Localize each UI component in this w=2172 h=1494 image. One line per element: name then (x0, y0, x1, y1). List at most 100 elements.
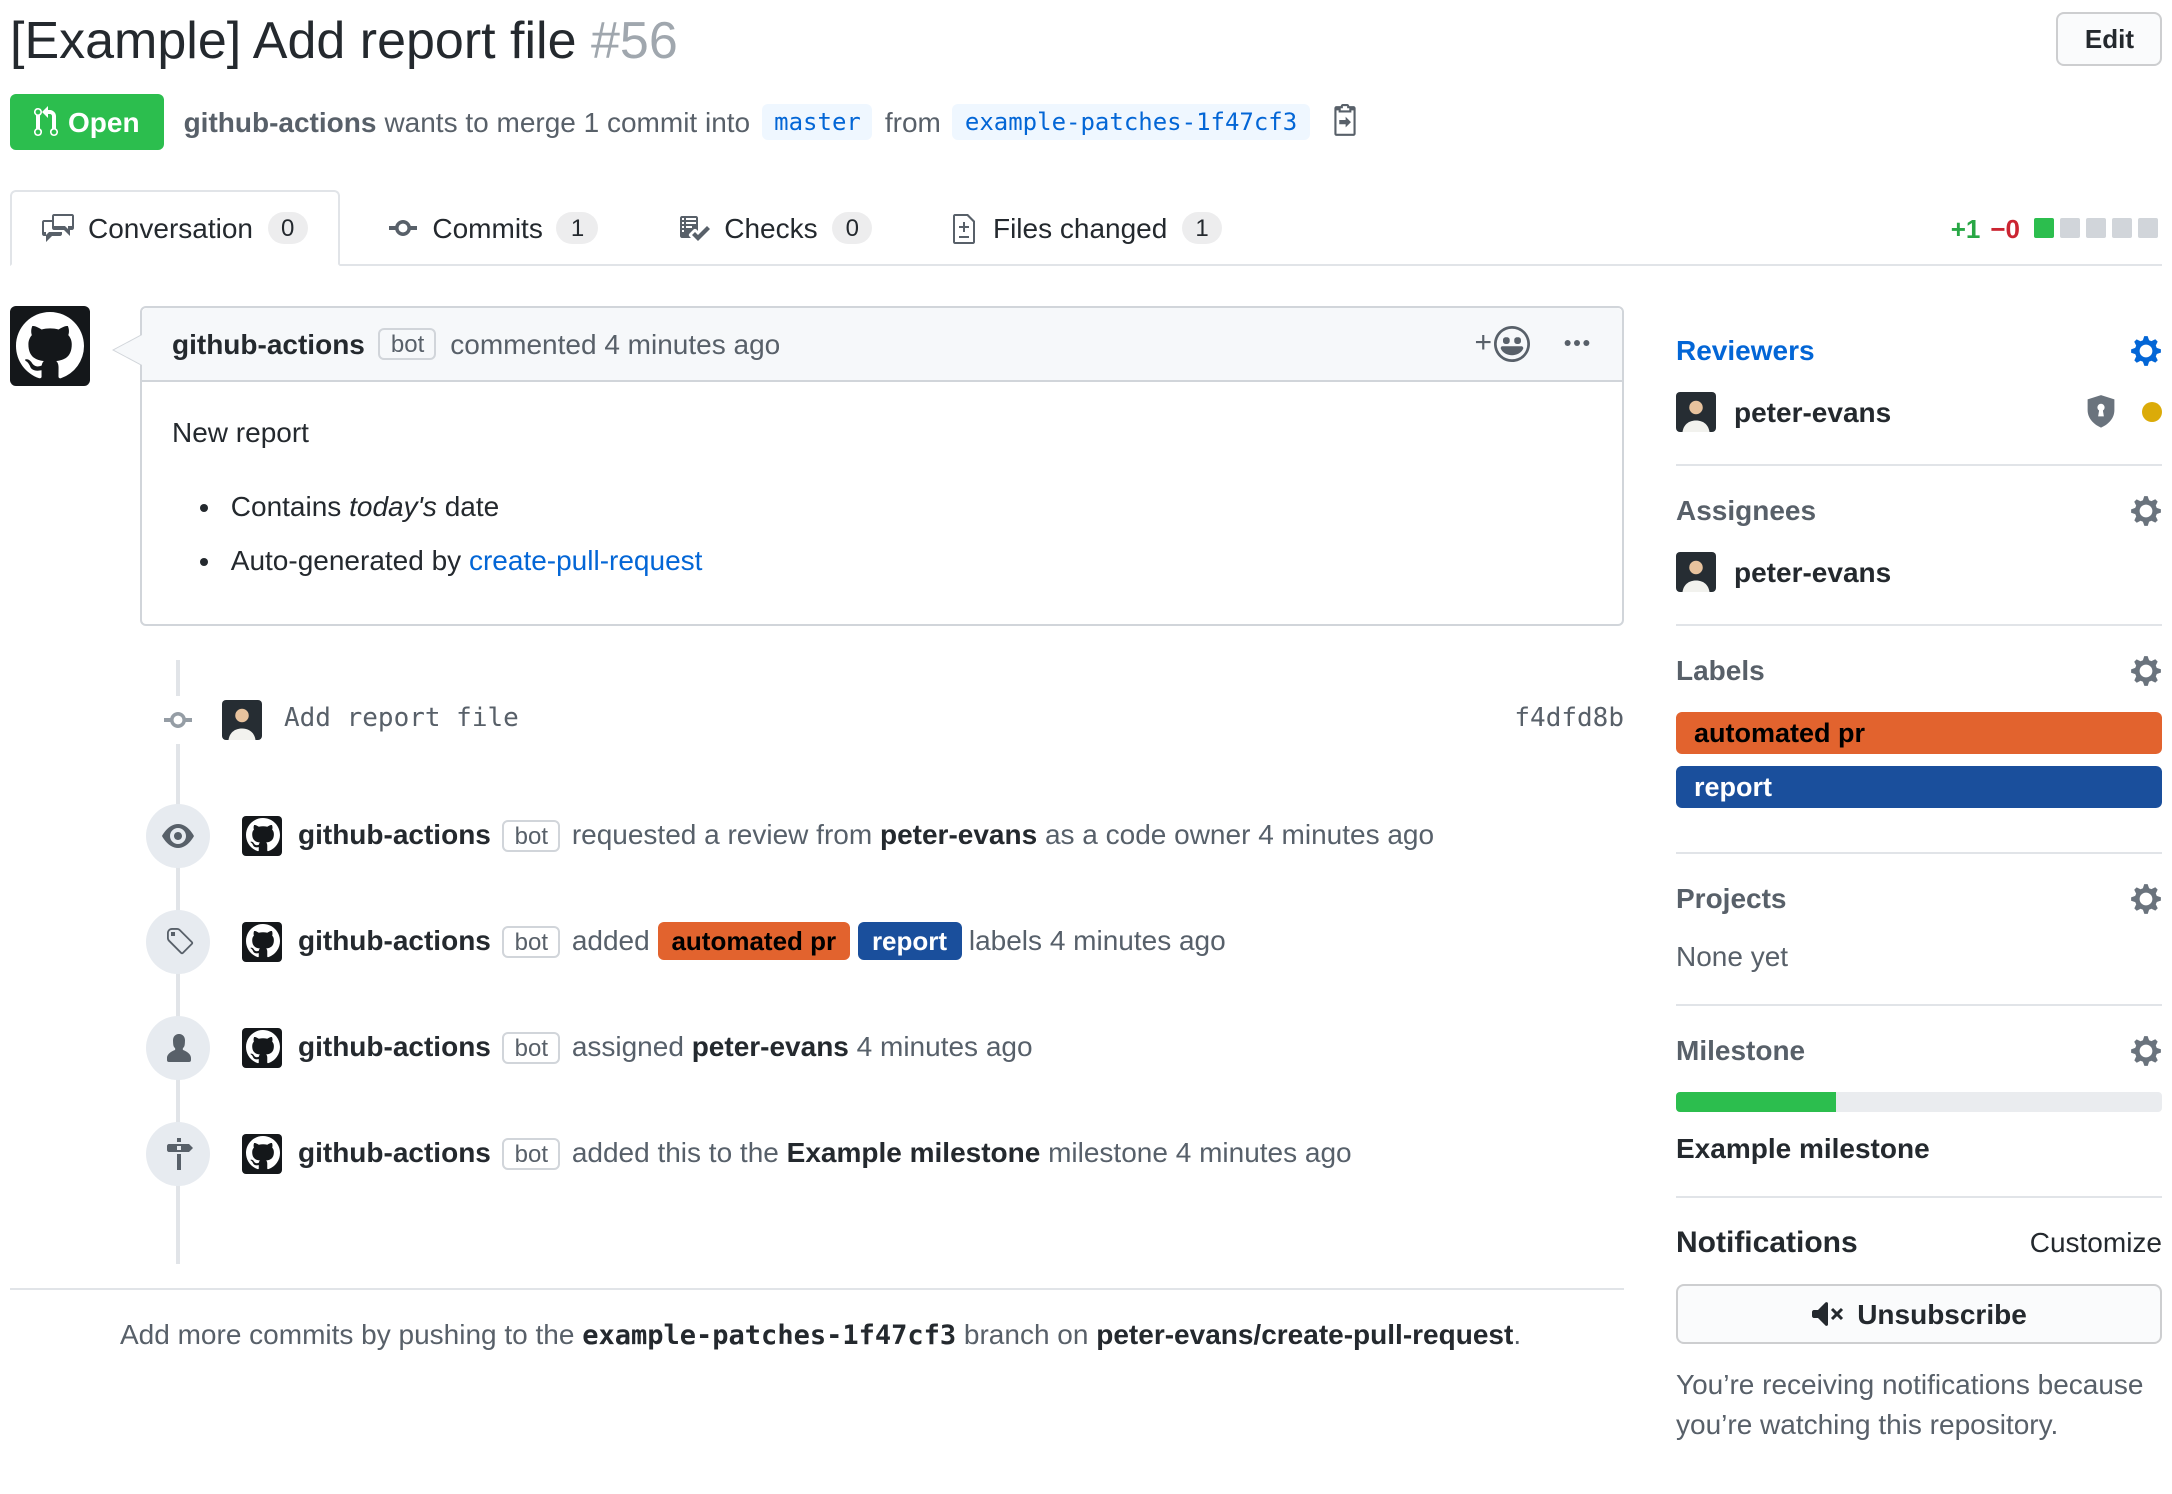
milestone-progress-bar (1676, 1091, 2162, 1111)
bot-badge: bot (503, 1031, 560, 1063)
event-actor[interactable]: github-actions (298, 923, 491, 955)
base-branch-label[interactable]: master (762, 103, 873, 139)
event-milestoned: github-actions bot added this to the Exa… (10, 1121, 1624, 1185)
diffstat-square (2060, 218, 2080, 238)
bot-badge: bot (503, 925, 560, 957)
pr-sidebar: Reviewers peter-evans (1676, 265, 2162, 1476)
repo-link[interactable]: peter-evans/create-pull-request (1096, 1317, 1513, 1349)
comment-body: New report Contains today's date Auto-ge… (142, 381, 1622, 623)
event-actor[interactable]: github-actions (298, 1135, 491, 1167)
comment-meta[interactable]: commented 4 minutes ago (450, 327, 780, 359)
milestone-gear-icon[interactable] (2130, 1033, 2162, 1067)
head-branch-label[interactable]: example-patches-1f47cf3 (953, 103, 1309, 139)
tag-icon (146, 909, 210, 973)
open-status-badge: Open (10, 93, 164, 149)
diffstat[interactable]: +1 −0 (1951, 213, 2158, 243)
github-actions-avatar[interactable] (242, 921, 282, 961)
deletions-count: −0 (1990, 213, 2020, 243)
reviewer-avatar[interactable] (1676, 391, 1716, 431)
checklist-icon (678, 212, 710, 244)
pr-author[interactable]: github-actions (184, 105, 377, 137)
pr-tab-bar: Conversation 0 Commits 1 Checks 0 Files … (10, 189, 2162, 265)
comment-discussion-icon (42, 211, 74, 243)
kebab-menu-icon[interactable] (1562, 328, 1592, 358)
commit-sha[interactable]: f4dfd8b (1514, 704, 1624, 734)
notifications-heading: Notifications (1676, 1225, 1858, 1259)
bot-badge: bot (503, 1137, 560, 1169)
tab-checks[interactable]: Checks 0 (646, 189, 905, 265)
event-actor[interactable]: github-actions (298, 1029, 491, 1061)
conversation-main: github-actions bot commented 4 minutes a… (10, 265, 1624, 1371)
comment-author[interactable]: github-actions (172, 327, 365, 359)
person-icon (146, 1015, 210, 1079)
add-reaction-button[interactable]: + (1474, 325, 1530, 361)
milestone-section: Milestone Example milestone (1676, 1005, 2162, 1197)
pending-review-dot (2142, 401, 2162, 421)
labels-gear-icon[interactable] (2130, 653, 2162, 687)
milestone-icon (146, 1121, 210, 1185)
pr-number: #56 (591, 10, 678, 70)
assignee-avatar[interactable] (1676, 551, 1716, 591)
github-actions-avatar[interactable] (242, 815, 282, 855)
git-commit-icon (388, 212, 418, 244)
commits-count: 1 (557, 212, 598, 244)
labels-section: Labels automated pr report (1676, 625, 2162, 853)
label-automated-pr[interactable]: automated pr (1676, 711, 2162, 753)
files-count: 1 (1181, 212, 1222, 244)
label-report[interactable]: report (1676, 765, 2162, 807)
labels-heading: Labels (1676, 654, 1765, 686)
diffstat-square (2034, 218, 2054, 238)
diffstat-square (2112, 218, 2132, 238)
git-commit-icon (162, 695, 194, 743)
reviewer-name[interactable]: peter-evans (1734, 395, 1891, 427)
eye-icon (146, 803, 210, 867)
reviewer-row: peter-evans (1676, 391, 2162, 431)
tab-conversation[interactable]: Conversation 0 (10, 189, 340, 265)
copy-branch-icon[interactable] (1329, 104, 1359, 138)
tab-commits[interactable]: Commits 1 (356, 189, 630, 265)
reviewer-link[interactable]: peter-evans (880, 817, 1037, 849)
event-actor[interactable]: github-actions (298, 817, 491, 849)
push-instructions: Add more commits by pushing to the examp… (120, 1317, 1624, 1371)
edit-button[interactable]: Edit (2057, 12, 2162, 66)
github-actions-avatar[interactable] (10, 305, 90, 385)
projects-section: Projects None yet (1676, 853, 2162, 1005)
bot-badge: bot (503, 819, 560, 851)
label-report[interactable]: report (858, 921, 961, 959)
milestone-link[interactable]: Example milestone (787, 1135, 1041, 1167)
diffstat-square (2086, 218, 2106, 238)
github-actions-avatar[interactable] (242, 1027, 282, 1067)
committer-avatar[interactable] (222, 699, 262, 739)
assignees-heading: Assignees (1676, 494, 1816, 526)
assignee-link[interactable]: peter-evans (692, 1029, 849, 1061)
event-timestamp[interactable]: 4 minutes ago (1258, 817, 1434, 849)
commit-entry: Add report file f4dfd8b (10, 695, 1624, 743)
pr-status-row: Open github-actions wants to merge 1 com… (10, 93, 2162, 149)
event-timestamp[interactable]: 4 minutes ago (857, 1029, 1033, 1061)
customize-link[interactable]: Customize (2030, 1226, 2162, 1258)
event-timestamp[interactable]: 4 minutes ago (1050, 923, 1226, 955)
reviewers-heading[interactable]: Reviewers (1676, 334, 1815, 366)
checks-count: 0 (832, 212, 873, 244)
assignee-name[interactable]: peter-evans (1734, 555, 1891, 587)
create-pull-request-link[interactable]: create-pull-request (469, 543, 702, 575)
event-assigned: github-actions bot assigned peter-evans … (10, 1015, 1624, 1079)
reviewers-section: Reviewers peter-evans (1676, 333, 2162, 465)
event-timestamp[interactable]: 4 minutes ago (1176, 1135, 1352, 1167)
pr-timeline: Add report file f4dfd8b github-actions b… (10, 695, 1624, 1235)
shield-lock-icon (2084, 394, 2118, 428)
projects-gear-icon[interactable] (2130, 881, 2162, 915)
unsubscribe-button[interactable]: Unsubscribe (1676, 1283, 2162, 1343)
event-labels-added: github-actions bot added automated pr re… (10, 909, 1624, 973)
additions-count: +1 (1951, 213, 1981, 243)
pr-description-comment: github-actions bot commented 4 minutes a… (10, 305, 1624, 625)
label-automated-pr[interactable]: automated pr (657, 921, 850, 959)
tab-files-changed[interactable]: Files changed 1 (921, 189, 1255, 265)
github-actions-avatar[interactable] (242, 1133, 282, 1173)
commit-message[interactable]: Add report file (284, 704, 519, 734)
milestone-name[interactable]: Example milestone (1676, 1131, 2162, 1163)
milestone-heading: Milestone (1676, 1034, 1805, 1066)
assignee-row: peter-evans (1676, 551, 2162, 591)
reviewers-gear-icon[interactable] (2130, 333, 2162, 367)
assignees-gear-icon[interactable] (2130, 493, 2162, 527)
